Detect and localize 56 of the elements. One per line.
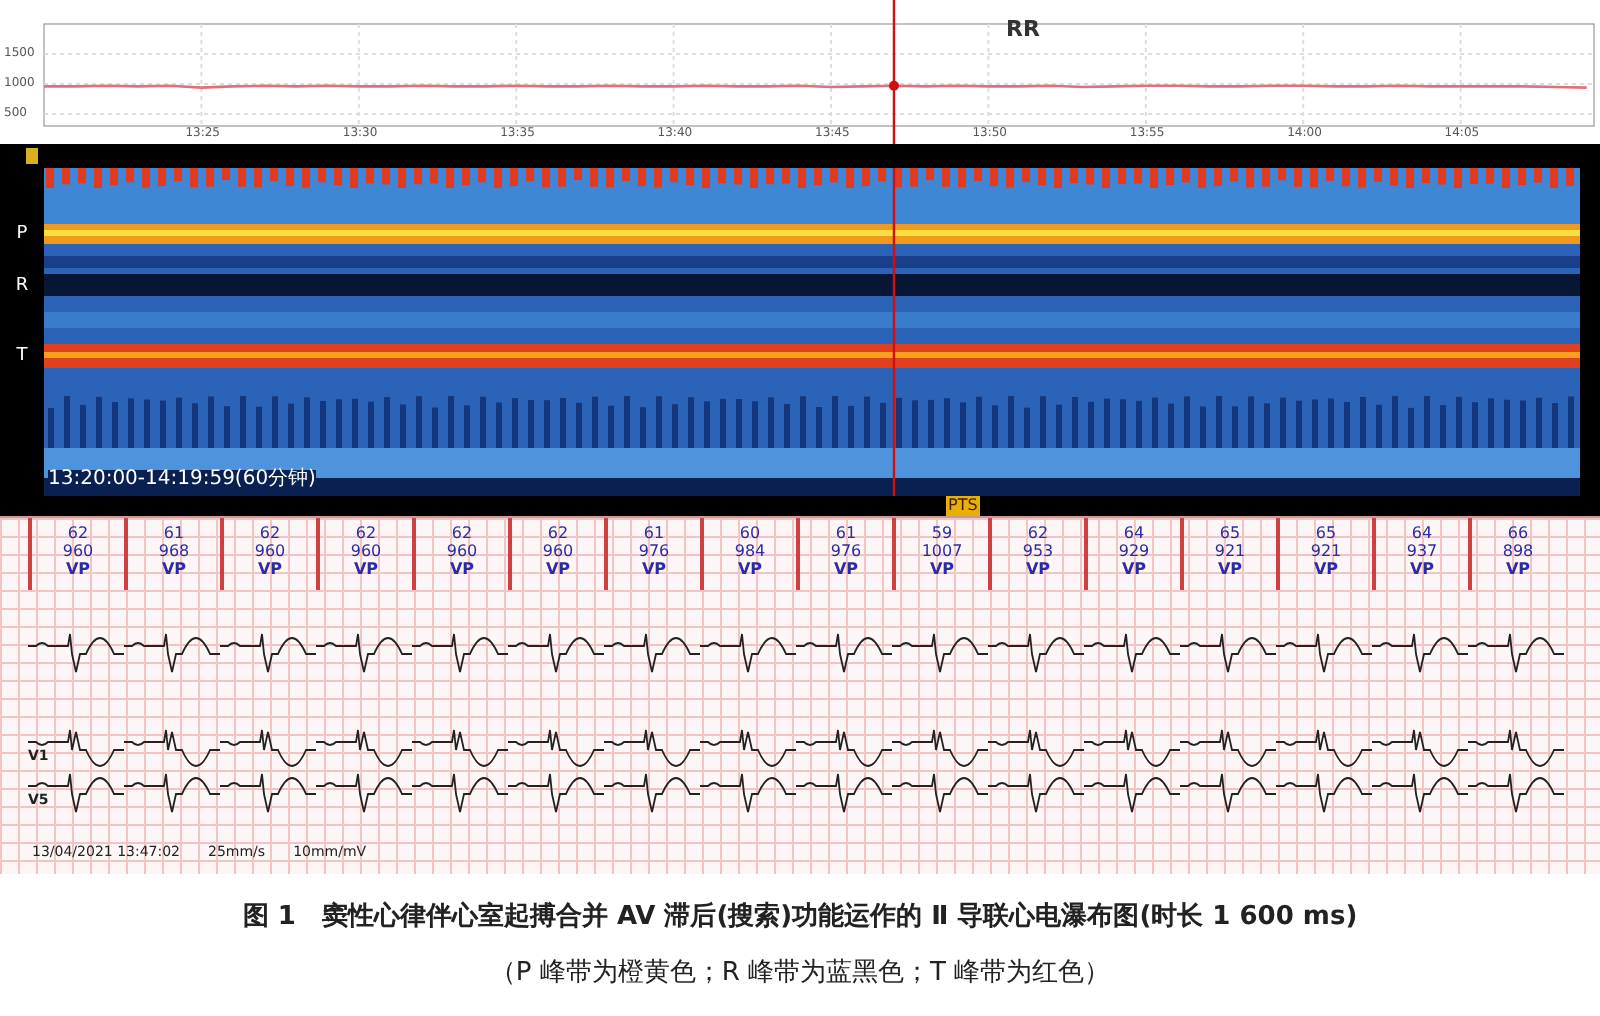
heart-rate: 61 [835, 524, 857, 542]
beat-type: VP [1217, 560, 1243, 578]
time-range-label: 13:20:00-14:19:59(60分钟) [48, 470, 316, 490]
rr-interval: 960 [62, 542, 94, 560]
heart-rate: 62 [259, 524, 281, 542]
beat-type: VP [65, 560, 91, 578]
rr-interval: 960 [254, 542, 286, 560]
rr-interval: 976 [830, 542, 862, 560]
heart-rate: 59 [931, 524, 953, 542]
heart-rate: 66 [1507, 524, 1529, 542]
rr-interval: 960 [542, 542, 574, 560]
rr-interval: 960 [446, 542, 478, 560]
heart-rate: 61 [163, 524, 185, 542]
beat-type: VP [737, 560, 763, 578]
beat-type: VP [545, 560, 571, 578]
beat-type: VP [833, 560, 859, 578]
heart-rate: 65 [1315, 524, 1337, 542]
heart-rate: 62 [1027, 524, 1049, 542]
heart-rate: 64 [1411, 524, 1433, 542]
beat-type: VP [1025, 560, 1051, 578]
rr-interval: 929 [1118, 542, 1150, 560]
beat-type: VP [641, 560, 667, 578]
caption-note: （P 峰带为橙黄色；R 峰带为蓝黑色；T 峰带为红色） [489, 955, 1111, 991]
rr-interval: 968 [158, 542, 190, 560]
rr-interval: 984 [734, 542, 766, 560]
heart-rate: 64 [1123, 524, 1145, 542]
beat-type: VP [1121, 560, 1147, 578]
band-label: R [15, 274, 29, 298]
heart-rate: 65 [1219, 524, 1241, 542]
rr-interval: 953 [1022, 542, 1054, 560]
beat-type: VP [1409, 560, 1435, 578]
rr-interval: 898 [1502, 542, 1534, 560]
beat-type: VP [257, 560, 283, 578]
chart-title: RR [1006, 14, 1040, 46]
rr-interval: 921 [1310, 542, 1342, 560]
heart-rate: 62 [451, 524, 473, 542]
heart-rate: 61 [643, 524, 665, 542]
beat-type: VP [1505, 560, 1531, 578]
figure-caption: 图 1 窦性心律伴心室起搏合并 AV 滞后(搜索)功能运作的 Ⅱ 导联心电瀑布图(时长 1 600 ms) [242, 899, 1358, 936]
marker-tag: PTS [946, 496, 980, 516]
beat-type: VP [449, 560, 475, 578]
beat-type: VP [353, 560, 379, 578]
rr-interval: 976 [638, 542, 670, 560]
beat-type: VP [929, 560, 955, 578]
beat-type: VP [161, 560, 187, 578]
rr-interval: 921 [1214, 542, 1246, 560]
heart-rate: 60 [739, 524, 761, 542]
rr-interval: 960 [350, 542, 382, 560]
rr-interval: 1007 [921, 542, 963, 560]
heart-rate: 62 [547, 524, 569, 542]
band-label: T [16, 344, 28, 368]
band-label: P [16, 222, 28, 246]
heart-rate: 62 [67, 524, 89, 542]
beat-type: VP [1313, 560, 1339, 578]
heart-rate: 62 [355, 524, 377, 542]
rr-interval: 937 [1406, 542, 1438, 560]
